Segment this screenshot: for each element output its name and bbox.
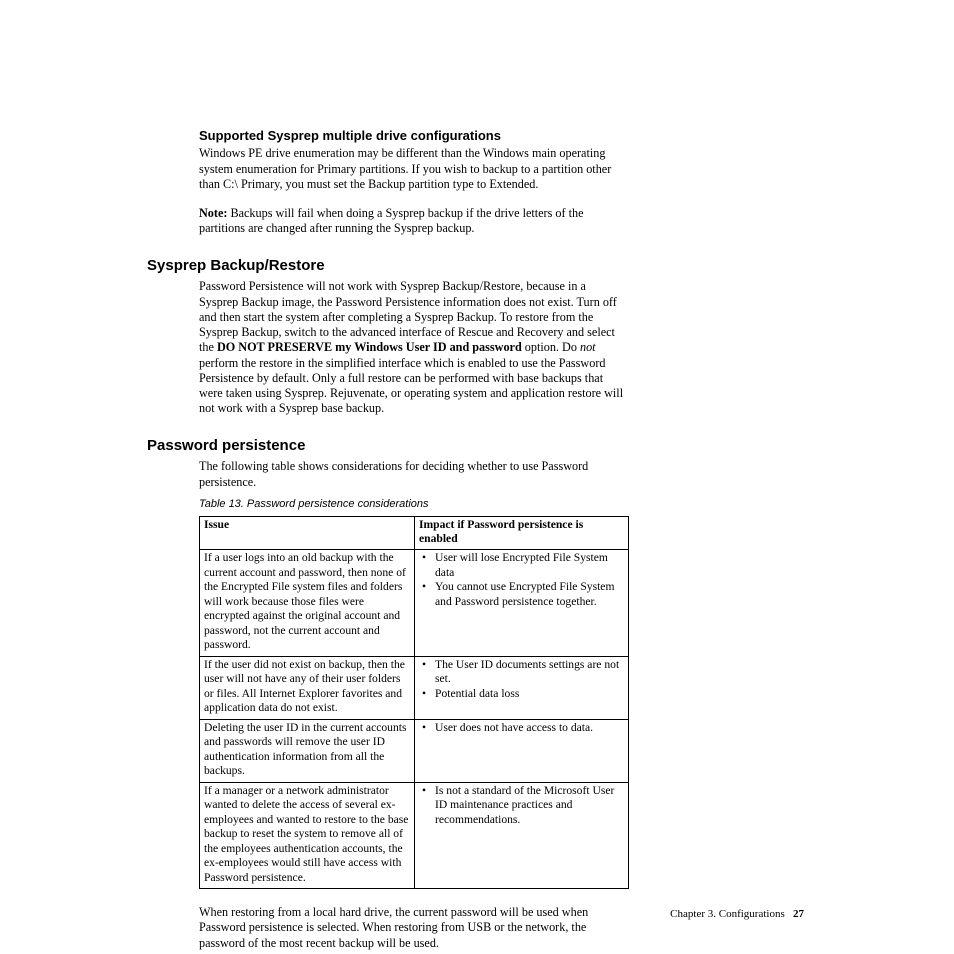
cell-issue: If a manager or a network administrator …	[200, 782, 415, 888]
document-page: Supported Sysprep multiple drive configu…	[0, 0, 954, 954]
impact-list: Is not a standard of the Microsoft User …	[419, 784, 624, 827]
note-label: Note:	[199, 206, 227, 220]
para-sysprep-drives: Windows PE drive enumeration may be diff…	[199, 146, 627, 192]
text-post: perform the restore in the simplified in…	[199, 356, 623, 416]
table-caption: Table 13. Password persistence considera…	[199, 498, 627, 512]
table-password-persistence: Issue Impact if Password persistence is …	[199, 516, 629, 890]
cell-impact: The User ID documents settings are not s…	[415, 656, 629, 719]
list-item: You cannot use Encrypted File System and…	[429, 580, 624, 609]
th-impact: Impact if Password persistence is enable…	[415, 516, 629, 550]
page-footer: Chapter 3. Configurations 27	[670, 908, 804, 922]
list-item: Potential data loss	[429, 687, 624, 701]
page-content: Supported Sysprep multiple drive configu…	[147, 128, 627, 954]
table-row: If a user logs into an old backup with t…	[200, 550, 629, 656]
text-bold-option: DO NOT PRESERVE my Windows User ID and p…	[217, 340, 522, 354]
para-password-outro: When restoring from a local hard drive, …	[199, 905, 627, 951]
table-row: If the user did not exist on backup, the…	[200, 656, 629, 719]
note-text: Backups will fail when doing a Sysprep b…	[199, 206, 583, 235]
impact-list: User will lose Encrypted File System dat…	[419, 551, 624, 609]
table-header-row: Issue Impact if Password persistence is …	[200, 516, 629, 550]
footer-page-number: 27	[793, 908, 804, 920]
cell-impact: User does not have access to data.	[415, 719, 629, 782]
list-item: Is not a standard of the Microsoft User …	[429, 784, 624, 827]
para-password-intro: The following table shows considerations…	[199, 459, 627, 490]
cell-issue: If a user logs into an old backup with t…	[200, 550, 415, 656]
heading-password-persistence: Password persistence	[147, 437, 627, 456]
para-sysprep-backup-restore: Password Persistence will not work with …	[199, 279, 627, 416]
th-issue: Issue	[200, 516, 415, 550]
text-mid: option. Do	[522, 340, 580, 354]
table-row: If a manager or a network administrator …	[200, 782, 629, 888]
para-sysprep-note: Note: Backups will fail when doing a Sys…	[199, 206, 627, 237]
cell-issue: If the user did not exist on backup, the…	[200, 656, 415, 719]
cell-impact: User will lose Encrypted File System dat…	[415, 550, 629, 656]
footer-chapter: Chapter 3. Configurations	[670, 908, 785, 920]
text-not: not	[580, 340, 596, 354]
impact-list: The User ID documents settings are not s…	[419, 658, 624, 701]
impact-list: User does not have access to data.	[419, 721, 624, 735]
heading-sysprep-backup-restore: Sysprep Backup/Restore	[147, 257, 627, 276]
heading-sysprep-drives: Supported Sysprep multiple drive configu…	[199, 128, 627, 144]
table-row: Deleting the user ID in the current acco…	[200, 719, 629, 782]
list-item: User does not have access to data.	[429, 721, 624, 735]
list-item: The User ID documents settings are not s…	[429, 658, 624, 687]
list-item: User will lose Encrypted File System dat…	[429, 551, 624, 580]
cell-impact: Is not a standard of the Microsoft User …	[415, 782, 629, 888]
cell-issue: Deleting the user ID in the current acco…	[200, 719, 415, 782]
